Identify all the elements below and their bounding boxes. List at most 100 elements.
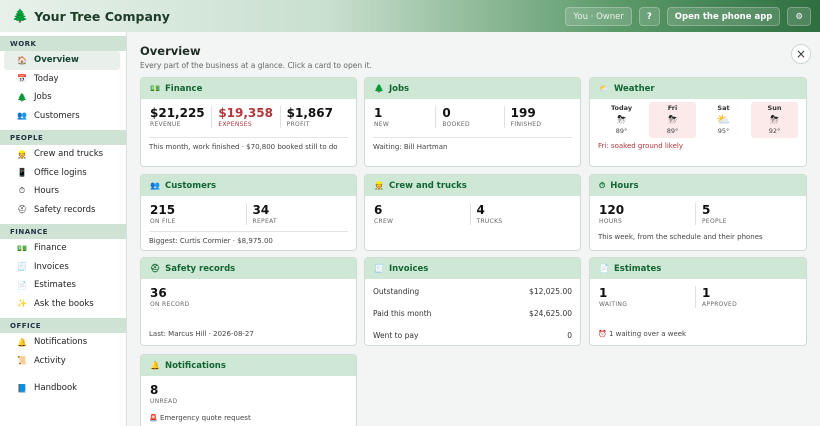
approved-label: APPROVED: [702, 301, 738, 308]
finance-card[interactable]: 💵 Finance $21,225 REVENUE $19,358 EXPENSES …: [140, 77, 357, 167]
finance-footer: This month, work finished · $70,800 book…: [149, 137, 348, 151]
sidebar-item-handbook[interactable]: 📘 Handbook: [4, 379, 120, 398]
document-icon: 📄: [599, 264, 609, 273]
expenses-value: $19,358: [218, 106, 273, 120]
jobs-card[interactable]: 🌲 Jobs 1 NEW 0 BOOKED 199 FINISHED Waiting: …: [364, 77, 581, 167]
brand[interactable]: 🌲 Your Tree Company: [12, 9, 170, 24]
jobs-new-label: NEW: [374, 121, 390, 128]
sidebar-item-label: Hours: [34, 186, 59, 197]
crew-value: 6: [374, 203, 383, 217]
jobs-finished-label: FINISHED: [510, 121, 542, 128]
forecast-days: Today ⛈ 89° Fri ⛈ 89° Sat ⛅ 95° Sun ⛈ 92°: [598, 102, 798, 138]
sidebar-item-customers[interactable]: 👥 Customers: [4, 107, 120, 126]
first-aid-icon: ⛑: [17, 205, 28, 215]
weather-footer: Fri: soaked ground likely: [598, 142, 684, 150]
sidebar-item-finance[interactable]: 💵 Finance: [4, 239, 120, 258]
help-button[interactable]: ?: [638, 7, 660, 26]
waiting-value: 1: [599, 286, 608, 300]
people-icon: 👥: [150, 181, 160, 190]
worker-icon: 👷: [17, 149, 27, 159]
row-value: $24,625.00: [529, 309, 572, 318]
forecast-day: Sat ⛅ 95°: [700, 102, 747, 138]
invoices-card[interactable]: 🧾 Invoices Outstanding $12,025.00 Paid thi…: [364, 257, 581, 346]
document-icon: 📄: [17, 280, 27, 290]
people-value: 5: [702, 203, 711, 217]
hours-label: HOURS: [599, 218, 623, 225]
main-panel: Overview Every part of the business at a…: [127, 32, 820, 426]
sidebar-item-estimates[interactable]: 📄 Estimates: [4, 276, 120, 295]
row-label: Paid this month: [373, 309, 432, 318]
invoice-row: Went to pay 0: [373, 331, 572, 345]
row-value: 0: [567, 331, 572, 340]
forecast-day: Fri ⛈ 89°: [649, 102, 696, 138]
clock-icon: ⏱: [18, 186, 26, 196]
tree-icon: 🌲: [17, 92, 27, 102]
hours-card[interactable]: ⏱ Hours 120 HOURS 5 PEOPLE This week, from …: [589, 174, 807, 251]
forecast-day: Sun ⛈ 92°: [751, 102, 798, 138]
trucks-value: 4: [476, 203, 485, 217]
day-temp: 89°: [615, 127, 628, 135]
sidebar-item-jobs[interactable]: 🌲 Jobs: [4, 88, 120, 107]
section-header-work: WORK: [0, 36, 126, 51]
card-title: Estimates: [613, 263, 662, 274]
tree-logo-icon: 🌲: [12, 8, 29, 24]
storm-icon: ⛈: [668, 113, 677, 126]
weather-card[interactable]: ⛅ Weather Today ⛈ 89° Fri ⛈ 89° Sat ⛅ 95° Sun ⛈ 92° …: [589, 77, 807, 167]
crew-card[interactable]: 👷 Crew and trucks 6 CREW 4 TRUCKS: [364, 174, 581, 251]
sidebar-item-label: Jobs: [34, 92, 52, 103]
sidebar-item-label: Today: [34, 73, 59, 84]
storm-icon: ⛈: [770, 113, 779, 126]
sidebar-item-notifications[interactable]: 🔔 Notifications: [4, 333, 120, 352]
section-header-finance: FINANCE: [0, 224, 126, 239]
sidebar-item-label: Overview: [34, 55, 79, 66]
sidebar-item-activity[interactable]: 📜 Activity: [4, 352, 120, 371]
hours-value: 120: [599, 203, 625, 217]
sparkle-icon: ✨: [17, 299, 27, 309]
sidebar-item-office-logins[interactable]: 📱 Office logins: [4, 164, 120, 183]
sidebar-item-label: Safety records: [34, 204, 96, 215]
sidebar-item-invoices[interactable]: 🧾 Invoices: [4, 258, 120, 277]
customers-on-file-value: 215: [150, 203, 176, 217]
sidebar-item-today[interactable]: 📅 Today: [4, 70, 120, 89]
invoice-icon: 🧾: [17, 262, 27, 272]
safety-card[interactable]: ⛑ Safety records 36 ON RECORD Last: Marcus…: [140, 257, 357, 346]
day-name: Sun: [767, 104, 782, 112]
sidebar-item-overview[interactable]: 🏠 Overview: [4, 51, 120, 70]
unread-label: UNREAD: [150, 398, 178, 405]
close-icon[interactable]: ×: [791, 44, 811, 64]
partly-cloudy-icon: ⛅: [716, 113, 731, 126]
hours-footer: This week, from the schedule and their p…: [598, 233, 763, 241]
notifications-card[interactable]: 🔔 Notifications 8 UNREAD 🚨 Emergency quote…: [140, 354, 357, 426]
sidebar-item-safety-records[interactable]: ⛑ Safety records: [4, 201, 120, 220]
open-phone-app-button[interactable]: Open the phone app: [666, 7, 781, 26]
day-name: Fri: [667, 104, 678, 112]
customers-on-file-label: ON FILE: [150, 218, 176, 225]
sidebar-item-ask-the-books[interactable]: ✨ Ask the books: [4, 295, 120, 314]
sidebar-item-label: Customers: [34, 110, 80, 121]
card-title: Finance: [164, 83, 203, 94]
jobs-new-value: 1: [374, 106, 383, 120]
invoice-row: Paid this month $24,625.00: [373, 309, 572, 331]
waiting-label: WAITING: [599, 301, 628, 308]
money-icon: 💵: [150, 84, 160, 93]
tree-icon: 🌲: [374, 84, 384, 93]
sidebar-item-hours[interactable]: ⏱ Hours: [4, 182, 120, 201]
clock-icon: ⏱: [599, 180, 606, 190]
card-title: Invoices: [388, 263, 429, 274]
bell-icon: 🔔: [17, 337, 27, 347]
expenses-label: EXPENSES: [218, 121, 252, 128]
page-title: Overview: [140, 44, 201, 58]
row-label: Outstanding: [373, 287, 420, 296]
sidebar-item-label: Activity: [34, 355, 66, 366]
approved-value: 1: [702, 286, 711, 300]
user-role-badge[interactable]: You · Owner: [565, 7, 632, 26]
scroll-icon: 📜: [17, 356, 27, 366]
trucks-label: TRUCKS: [476, 218, 503, 225]
brand-name: Your Tree Company: [34, 8, 170, 24]
sidebar-item-crew-and-trucks[interactable]: 👷 Crew and trucks: [4, 145, 120, 164]
safety-label: ON RECORD: [150, 301, 190, 308]
customers-card[interactable]: 👥 Customers 215 ON FILE 34 REPEAT Biggest: …: [140, 174, 357, 251]
day-temp: 95°: [717, 127, 730, 135]
estimates-card[interactable]: 📄 Estimates 1 WAITING 1 APPROVED ⏰ 1 waitin…: [589, 257, 807, 346]
settings-gear-icon[interactable]: ⚙: [787, 7, 811, 26]
